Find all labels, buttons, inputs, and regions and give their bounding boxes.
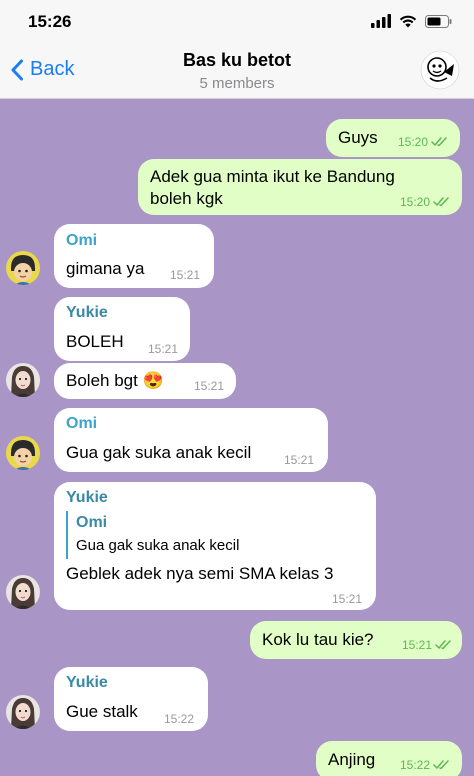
message-time: 15:20 [400,195,431,209]
message-bubble-outgoing[interactable]: Adek gua minta ikut ke Bandung boleh kgk… [138,159,462,215]
reply-text: Gua gak suka anak kecil [76,537,240,554]
message-text: Boleh bgt 😍 [66,371,164,390]
message-text: BOLEH [66,332,124,351]
group-avatar[interactable] [420,50,460,90]
status-time: 15:26 [28,12,72,31]
message-text: Adek gua minta ikut ke Bandung boleh kgk [150,167,395,208]
message-time: 15:21 [284,453,315,467]
message-meta: 15:21 [148,342,178,356]
message-text: Gue stalk [66,702,138,721]
message-text: Anjing [328,750,376,769]
message-bubble-incoming[interactable]: Omi gimana ya 15:21 [54,224,214,288]
message-time: 15:21 [148,342,179,356]
message-bubble-incoming[interactable]: Boleh bgt 😍 15:21 [54,363,236,399]
status-bar: 15:26 [0,0,474,44]
message-text: Geblek adek nya semi SMA kelas 3 [66,564,334,583]
message-bubble-outgoing[interactable]: Anjing 15:22 [316,741,462,776]
yukie-avatar[interactable] [6,575,40,609]
message-meta: 15:21 [332,592,362,606]
message-meta: 15:21 [402,638,453,652]
members-count: 5 members [199,75,275,92]
wifi-icon [399,15,417,28]
status-icons [371,14,452,28]
message-time: 15:21 [170,268,201,282]
message-meta: 15:21 [194,379,224,393]
sender-name[interactable]: Omi [66,232,97,250]
sender-name[interactable]: Yukie [66,489,108,507]
omi-avatar[interactable] [6,251,40,285]
message-meta: 15:22 [400,758,451,772]
message-time: 15:21 [332,592,363,606]
omi-avatar-icon [6,251,40,285]
yukie-avatar[interactable] [6,363,40,397]
navigation-bar: Back Bas ku betot 5 members [0,44,474,99]
message-text: Guys [338,128,378,147]
message-bubble-incoming[interactable]: Yukie BOLEH 15:21 [54,297,190,361]
double-check-icon [433,197,449,207]
omi-avatar[interactable] [6,436,40,470]
message-bubble-incoming[interactable]: Yukie Gue stalk 15:22 [54,667,208,731]
message-bubble-incoming[interactable]: Omi Gua gak suka anak kecil 15:21 [54,408,328,472]
chat-title[interactable]: Bas ku betot [0,50,474,71]
double-check-icon [435,640,451,650]
message-meta: 15:21 [284,453,314,467]
yukie-avatar-icon [6,575,40,609]
double-check-icon [431,137,447,147]
reply-preview[interactable]: Omi Gua gak suka anak kecil [66,511,276,559]
message-text: gimana ya [66,259,145,278]
yukie-avatar-icon [6,695,40,729]
signal-icon [371,14,391,28]
message-time: 15:21 [402,638,433,652]
chat-messages[interactable]: Guys 15:20 Adek gua minta ikut ke Bandun… [0,99,474,776]
omi-avatar-icon [6,436,40,470]
sender-name[interactable]: Yukie [66,304,108,322]
message-meta: 15:21 [170,268,200,282]
message-meta: 15:22 [164,712,194,726]
cartoon-avatar-icon [420,50,460,90]
message-bubble-outgoing[interactable]: Guys 15:20 [326,119,460,157]
battery-icon [425,14,452,28]
message-time: 15:20 [398,135,429,149]
message-meta: 15:20 [400,195,451,209]
double-check-icon [433,760,449,770]
reply-sender-name: Omi [76,514,108,531]
sender-name[interactable]: Omi [66,415,97,433]
message-text: Kok lu tau kie? [262,630,374,649]
sender-name[interactable]: Yukie [66,674,108,692]
message-time: 15:22 [400,758,431,772]
message-text: Gua gak suka anak kecil [66,443,252,462]
message-meta: 15:20 [398,135,449,149]
yukie-avatar[interactable] [6,695,40,729]
yukie-avatar-icon [6,363,40,397]
message-bubble-incoming[interactable]: Yukie Omi Gua gak suka anak kecil Geblek… [54,482,376,610]
message-bubble-outgoing[interactable]: Kok lu tau kie? 15:21 [250,621,462,659]
message-time: 15:22 [164,712,195,726]
message-time: 15:21 [194,379,225,393]
